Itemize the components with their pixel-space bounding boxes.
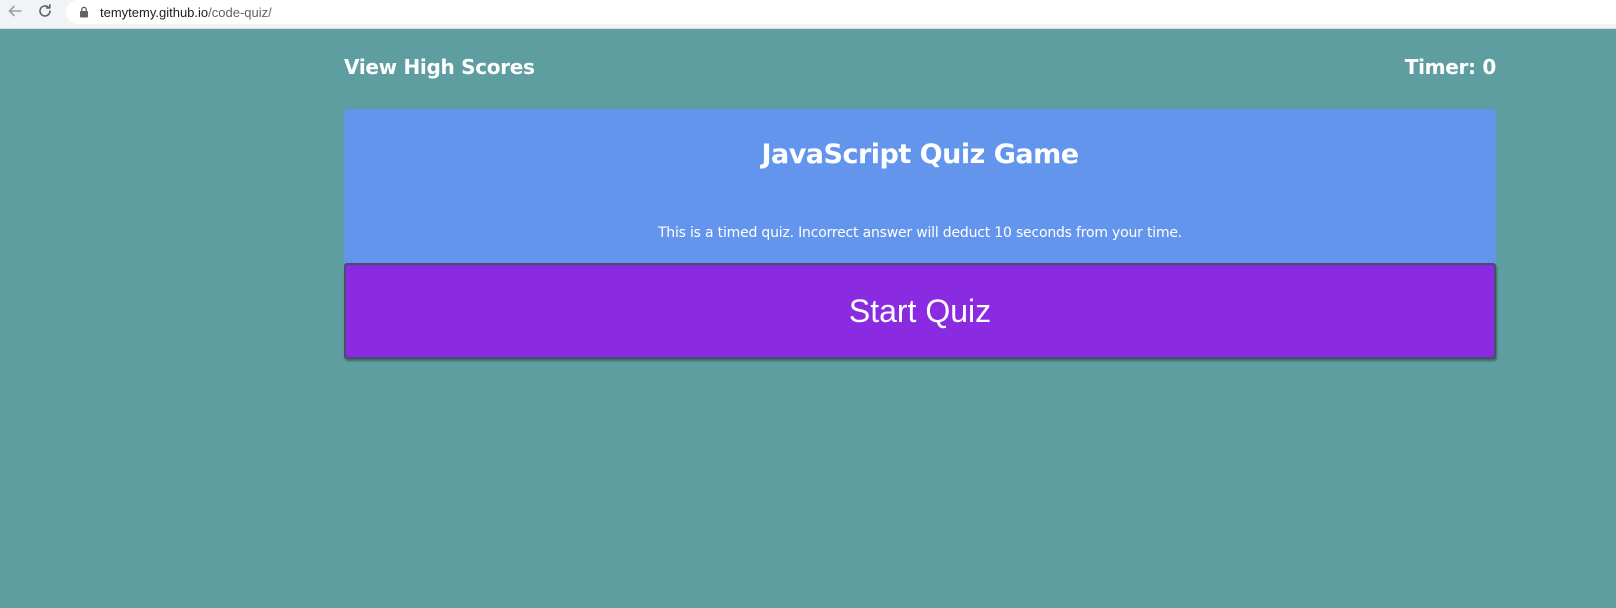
- back-button[interactable]: [4, 2, 26, 24]
- url-text[interactable]: temytemy.github.io/code-quiz/: [100, 5, 272, 20]
- lock-icon[interactable]: [78, 5, 90, 19]
- reload-icon: [37, 3, 53, 23]
- address-bar[interactable]: temytemy.github.io/code-quiz/: [66, 0, 1616, 24]
- page-content: View High Scores Timer: 0 JavaScript Qui…: [0, 29, 1616, 608]
- url-path: /code-quiz/: [208, 4, 272, 20]
- quiz-intro-card: JavaScript Quiz Game This is a timed qui…: [344, 109, 1496, 264]
- quiz-title: JavaScript Quiz Game: [761, 139, 1079, 170]
- view-high-scores-link[interactable]: View High Scores: [344, 55, 535, 79]
- start-quiz-button[interactable]: Start Quiz: [344, 263, 1496, 359]
- browser-toolbar: temytemy.github.io/code-quiz/: [0, 0, 1616, 29]
- quiz-description: This is a timed quiz. Incorrect answer w…: [657, 225, 1183, 241]
- reload-button[interactable]: [34, 2, 56, 24]
- url-host: temytemy.github.io: [100, 4, 209, 20]
- arrow-left-icon: [7, 3, 23, 23]
- timer-display: Timer: 0: [1404, 55, 1497, 79]
